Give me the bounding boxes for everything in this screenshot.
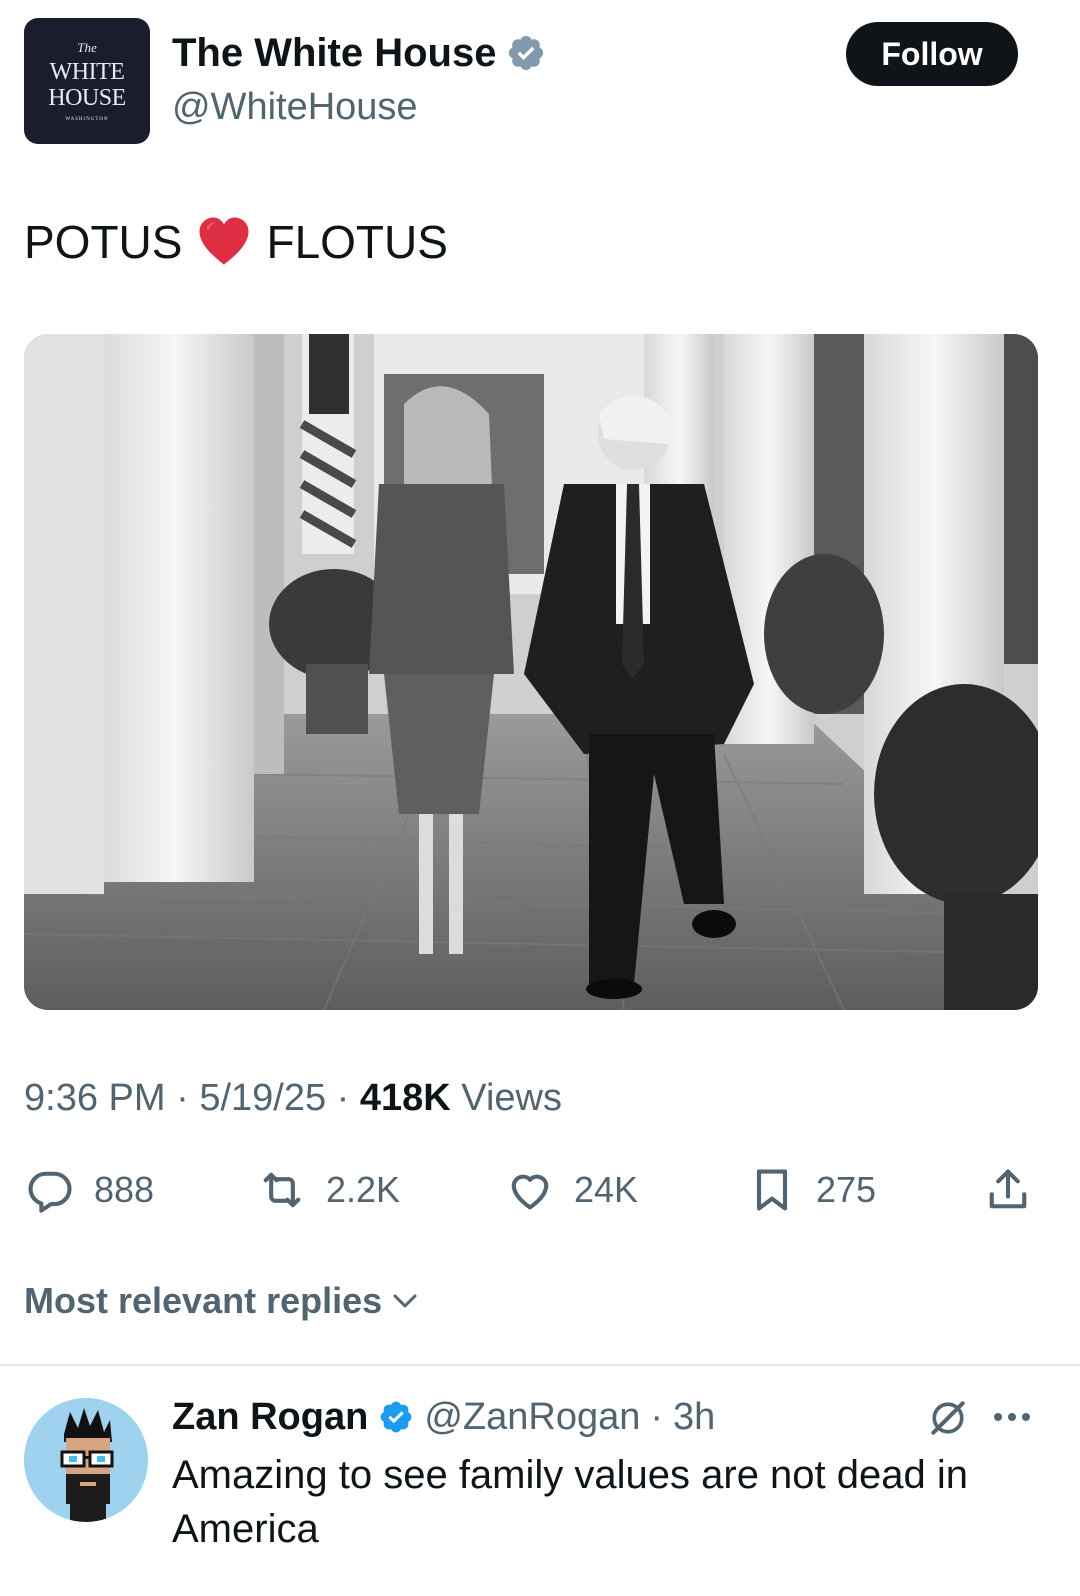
- reply-text: Amazing to see family values are not dea…: [172, 1453, 968, 1551]
- reply-author-handle[interactable]: @ZanRogan: [424, 1392, 640, 1442]
- reply-icon: [28, 1171, 72, 1213]
- repost-count: 2.2K: [326, 1169, 401, 1210]
- like-button[interactable]: 24K: [504, 1158, 638, 1222]
- bookmark-icon: [756, 1169, 788, 1211]
- chevron-down-icon: [393, 1294, 417, 1308]
- avatar-logo-line3: HOUSE: [48, 84, 126, 111]
- share-icon: [989, 1169, 1027, 1209]
- views-label: Views: [461, 1077, 562, 1119]
- author-name-row[interactable]: The White House: [172, 28, 546, 78]
- reply-separator: ·: [650, 1396, 664, 1438]
- meta-separator: ·: [176, 1077, 189, 1119]
- views-count: 418K: [359, 1077, 451, 1119]
- post-text-left: POTUS: [24, 216, 183, 268]
- bookmark-button[interactable]: 275: [746, 1158, 876, 1222]
- red-heart-emoji: [199, 217, 249, 265]
- reply-button[interactable]: 888: [24, 1158, 154, 1222]
- post-date[interactable]: 5/19/25: [199, 1077, 326, 1119]
- bookmark-count: 275: [816, 1169, 877, 1210]
- reply-avatar[interactable]: [24, 1398, 148, 1522]
- grok-icon[interactable]: [926, 1396, 970, 1440]
- divider: [0, 1364, 1080, 1366]
- repost-button[interactable]: 2.2K: [256, 1158, 400, 1222]
- post-meta: 9:36 PM · 5/19/25 · 418K Views: [24, 1072, 562, 1124]
- reply-avatar-pixel-art: [24, 1398, 148, 1522]
- replies-sort-label: Most relevant replies: [24, 1280, 383, 1321]
- reply-author-name[interactable]: Zan Rogan: [172, 1392, 368, 1442]
- avatar-logo-line4: WASHINGTON: [65, 116, 109, 122]
- post-text-right: FLOTUS: [266, 216, 448, 268]
- more-icon[interactable]: [990, 1404, 1034, 1430]
- heart-icon: [511, 1174, 549, 1210]
- post-image[interactable]: [24, 334, 1038, 1010]
- post-detail-view: The WHITE HOUSE WASHINGTON The White Hou…: [0, 0, 1080, 1596]
- action-bar: 888 2.2K 24K 275: [24, 1158, 1044, 1222]
- meta-separator: ·: [336, 1077, 350, 1119]
- share-button[interactable]: [982, 1158, 1034, 1222]
- post-photo-illustration: [24, 334, 1038, 1010]
- author-avatar[interactable]: The WHITE HOUSE WASHINGTON: [24, 18, 150, 144]
- like-count: 24K: [574, 1169, 639, 1210]
- verified-gray-badge-icon: [509, 35, 544, 71]
- author-handle[interactable]: @WhiteHouse: [172, 84, 418, 130]
- post-time[interactable]: 9:36 PM: [24, 1077, 166, 1119]
- avatar-logo-line2: WHITE: [49, 58, 125, 85]
- verified-blue-badge-icon: [380, 1401, 412, 1433]
- avatar-logo-line1: The: [77, 39, 97, 55]
- reply-count: 888: [94, 1169, 155, 1210]
- follow-button[interactable]: Follow: [846, 22, 1018, 86]
- author-name: The White House: [172, 31, 497, 75]
- reply-age[interactable]: 3h: [673, 1392, 715, 1442]
- reply-header: Zan Rogan @ZanRogan · 3h: [172, 1392, 715, 1442]
- replies-sort-dropdown[interactable]: Most relevant replies: [24, 1276, 420, 1326]
- post-text: POTUS FLOTUS: [24, 212, 448, 272]
- repost-icon: [263, 1172, 301, 1208]
